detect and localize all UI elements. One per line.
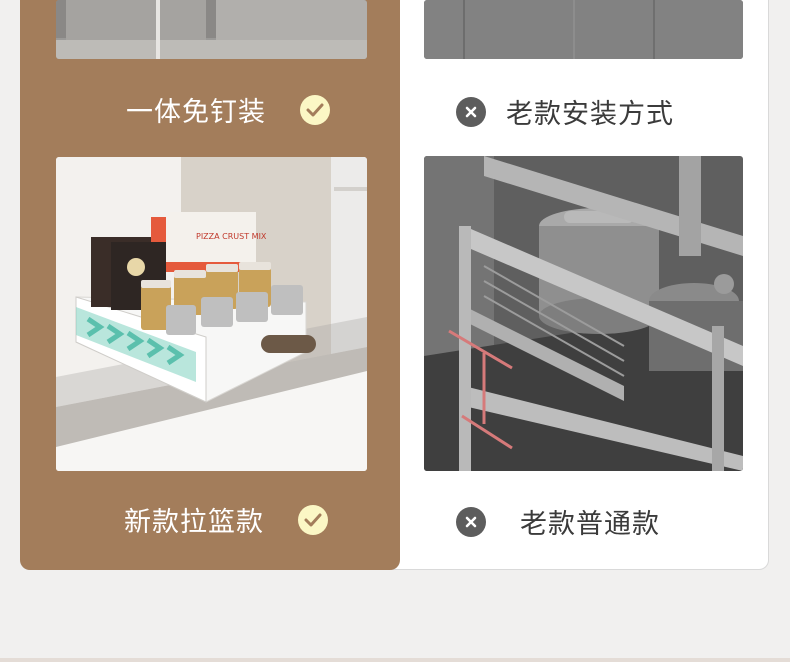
box-label-text: PIZZA CRUST MIX [196, 232, 267, 241]
x-icon [456, 96, 486, 127]
old-install-photo [424, 0, 743, 59]
bottom-divider [0, 658, 790, 662]
new-basket-photo: PIZZA CRUST MIX [56, 157, 367, 471]
old-basket-photo [424, 156, 743, 471]
check-icon [300, 94, 330, 125]
old-basket-label: 老款普通款 [520, 509, 660, 540]
new-basket-caption: 新款拉篮款 [124, 500, 328, 539]
old-install-caption: 老款安装方式 [456, 92, 674, 131]
new-install-photo [56, 0, 367, 59]
new-basket-label: 新款拉篮款 [124, 507, 264, 538]
old-basket-caption: 老款普通款 [456, 502, 660, 541]
new-install-caption: 一体免钉装 [126, 90, 330, 129]
x-icon [456, 506, 486, 537]
new-install-label: 一体免钉装 [126, 97, 266, 128]
old-install-label: 老款安装方式 [506, 99, 674, 130]
check-icon [298, 504, 328, 535]
